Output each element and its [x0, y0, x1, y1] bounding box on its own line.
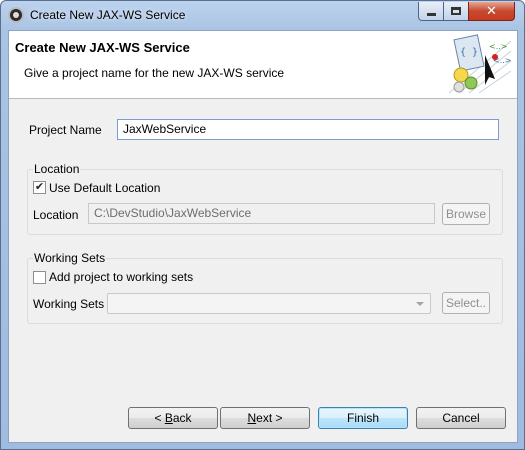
project-name-label: Project Name [29, 123, 102, 137]
browse-button[interactable]: Browse [442, 203, 490, 225]
eclipse-app-icon [8, 7, 24, 23]
checkmark-icon: ✔ [34, 181, 45, 193]
cancel-button[interactable]: Cancel [416, 407, 506, 429]
svg-text:{ }: { } [460, 47, 478, 58]
select-working-sets-button[interactable]: Select.. [442, 292, 490, 314]
web-service-wizard-icon: { } <..> <..> [445, 33, 513, 95]
back-button-mnemonic: B [164, 411, 173, 425]
location-group [27, 169, 503, 235]
title-bar[interactable]: Create New JAX-WS Service ✕ [1, 1, 524, 29]
next-button-mnemonic: N [247, 411, 257, 425]
close-button[interactable]: ✕ [468, 2, 515, 21]
project-name-input[interactable]: JaxWebService [117, 119, 499, 140]
next-button[interactable]: Next > [220, 407, 310, 429]
dialog-window: Create New JAX-WS Service ✕ Create New J… [0, 0, 525, 450]
minimize-button[interactable] [418, 2, 444, 21]
add-to-working-sets-label[interactable]: Add project to working sets [49, 270, 193, 284]
minimize-icon [426, 13, 436, 16]
maximize-button[interactable] [443, 2, 469, 21]
working-sets-combo[interactable] [107, 293, 431, 314]
location-input[interactable]: C:\DevStudio\JaxWebService [88, 203, 435, 224]
maximize-icon [451, 7, 461, 15]
location-label: Location [33, 208, 79, 222]
use-default-location-label[interactable]: Use Default Location [49, 181, 160, 195]
svg-text:<..>: <..> [489, 42, 508, 51]
wizard-title: Create New JAX-WS Service [15, 40, 190, 55]
working-sets-group [27, 258, 503, 324]
add-to-working-sets-checkbox[interactable] [33, 271, 46, 284]
location-group-title: Location [33, 162, 81, 176]
back-button-prefix: < [154, 411, 165, 425]
wizard-description: Give a project name for the new JAX-WS s… [24, 66, 285, 80]
working-sets-label: Working Sets [33, 297, 105, 311]
dialog-client-area: Create New JAX-WS Service Give a project… [8, 30, 518, 443]
next-button-rest: ext > [256, 411, 283, 425]
window-title: Create New JAX-WS Service [30, 8, 186, 22]
working-sets-group-title: Working Sets [33, 251, 107, 265]
chevron-down-icon [416, 302, 424, 306]
use-default-location-checkbox[interactable]: ✔ [33, 181, 46, 194]
back-button-rest: ack [172, 411, 192, 425]
wizard-header: Create New JAX-WS Service Give a project… [9, 31, 517, 99]
close-icon: ✕ [486, 3, 497, 19]
back-button[interactable]: < Back [128, 407, 218, 429]
finish-button[interactable]: Finish [318, 407, 408, 429]
